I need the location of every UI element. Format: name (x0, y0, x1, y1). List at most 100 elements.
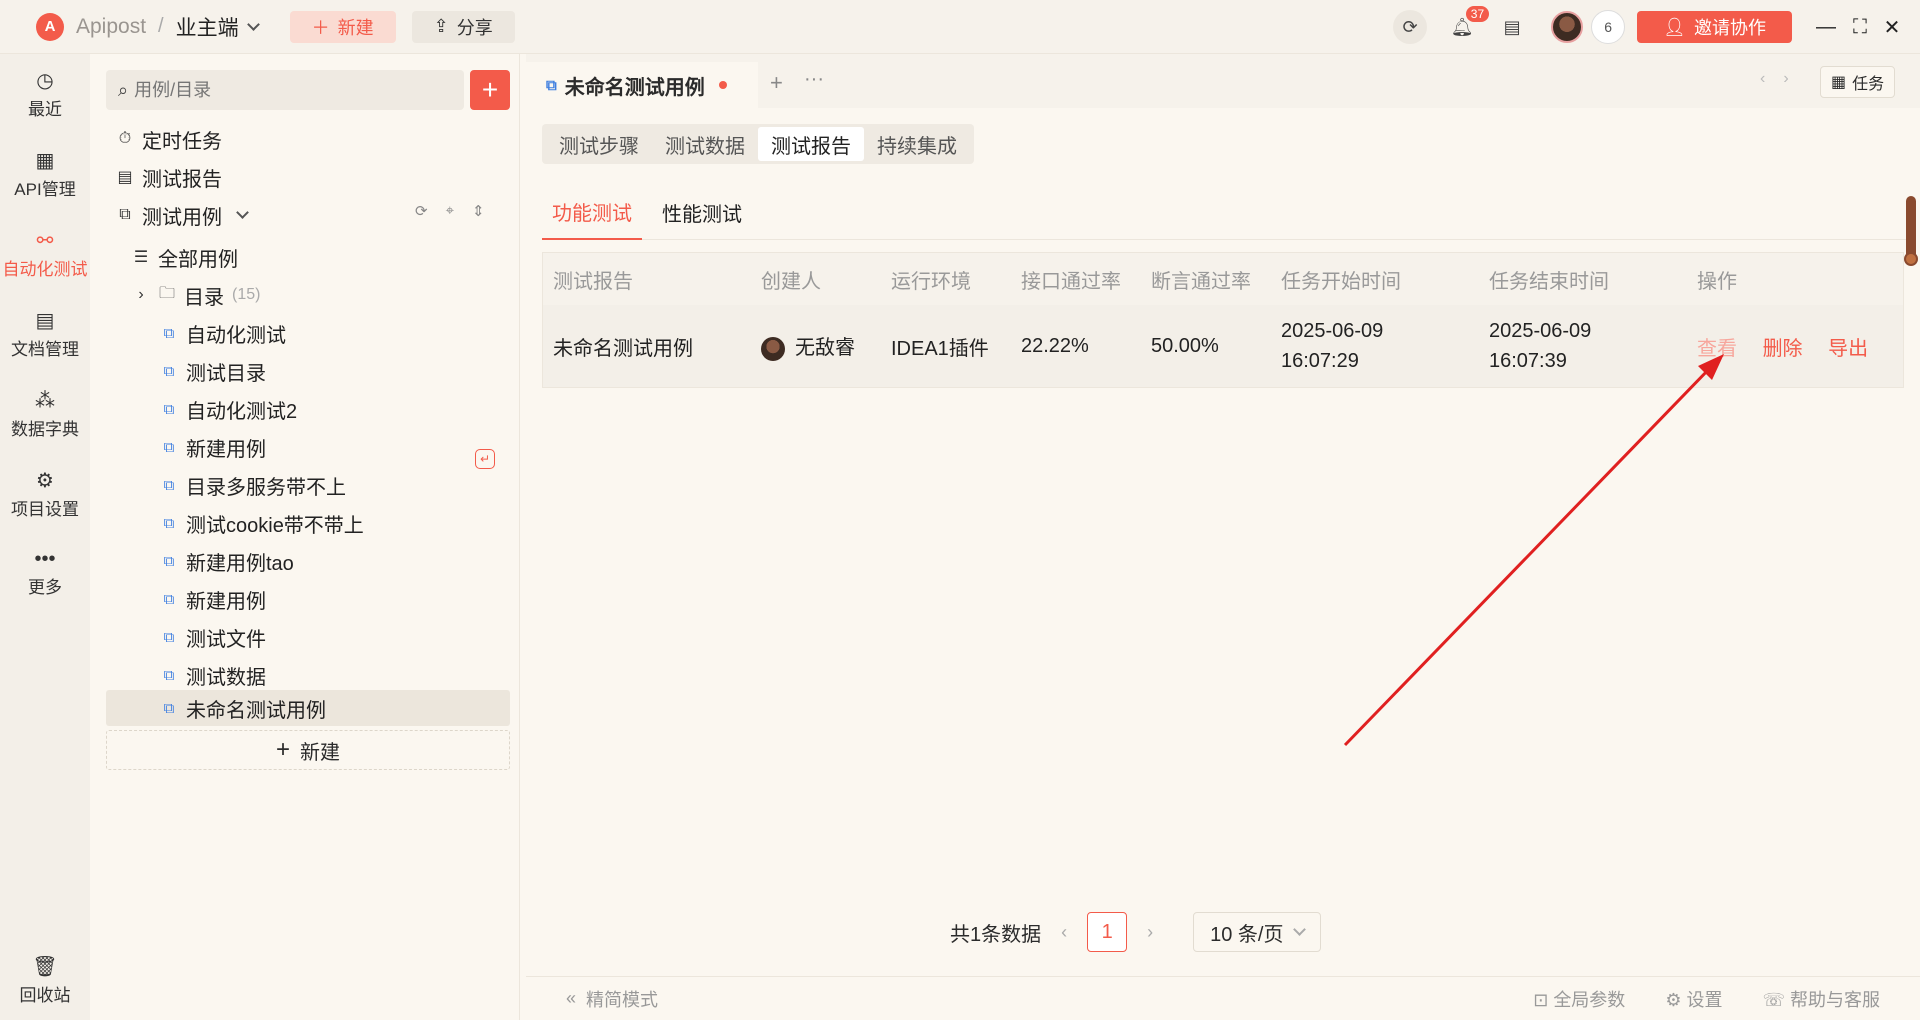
report-table: 测试报告 创建人 运行环境 接口通过率 断言通过率 任务开始时间 任务结束时间 … (542, 252, 1904, 388)
start-date: 2025-06-09 (1281, 320, 1384, 342)
col-header: 测试报告 (553, 270, 633, 293)
nav-project-settings[interactable]: ⚙︎ 项目设置 (0, 468, 90, 520)
nav-recycle-bin[interactable]: 🗑︎ 回收站 (0, 954, 90, 1006)
plus-icon: ＋ (311, 17, 330, 38)
tree-case[interactable]: ⧉ 自动化测试 (160, 316, 286, 350)
export-link[interactable]: 导出 (1828, 338, 1868, 360)
actions-cell: 查看 删除 导出 (1687, 332, 1903, 361)
tab-functional-test[interactable]: 功能测试 (542, 184, 642, 240)
more-tabs-icon[interactable]: ··· (804, 68, 824, 91)
next-page-icon[interactable]: › (1147, 922, 1153, 943)
minimize-icon[interactable]: — (1810, 16, 1842, 39)
page-size-select[interactable]: 10 条/页 (1193, 912, 1322, 952)
settings-button[interactable]: ⚙︎ 设置 (1665, 986, 1722, 1012)
task-button[interactable]: ▦ 任务 (1820, 66, 1896, 98)
refresh-icon[interactable]: ⟳ (415, 202, 428, 220)
tree-case[interactable]: ⧉ 新建用例 (160, 582, 266, 616)
tab-test-report[interactable]: 测试报告 (758, 127, 864, 161)
tree-case[interactable]: ⧉ 测试cookie带不带上 (160, 506, 364, 540)
collapse-icon[interactable]: ⇕ (472, 202, 485, 220)
tree-scheduled-tasks[interactable]: ⏱︎ 定时任务 (116, 122, 222, 156)
tab-prev-icon[interactable]: ‹ (1760, 70, 1765, 88)
add-tab-icon[interactable]: + (770, 70, 783, 96)
left-nav: ◷ 最近 ▦ API管理 ⚯ 自动化测试 ▤ 文档管理 ⁂ 数据字典 ⚙︎ 项目… (0, 54, 90, 1020)
bell-icon[interactable]: 🔔︎ 37 (1445, 6, 1490, 44)
tab-test-steps[interactable]: 测试步骤 (546, 127, 652, 161)
nav-more[interactable]: ••• 更多 (0, 548, 90, 598)
end-date: 2025-06-09 (1489, 320, 1592, 342)
test-case-icon: ⧉ (163, 552, 175, 570)
tree-case[interactable]: ⧉ 测试文件 (160, 620, 266, 654)
share-button[interactable]: ⇪ 分享 (411, 10, 515, 43)
tab-performance-test[interactable]: 性能测试 (652, 184, 752, 240)
nav-label: 自动化测试 (2, 260, 88, 279)
more-icon: ••• (34, 548, 56, 570)
tree-case[interactable]: ⧉ 测试目录 (160, 354, 266, 388)
search-box[interactable]: ⌕ (106, 70, 464, 110)
tab-next-icon[interactable]: › (1783, 70, 1788, 88)
message-icon[interactable]: ▤ (1495, 10, 1529, 44)
add-case-button[interactable]: + (470, 70, 510, 110)
nav-label: 最近 (28, 100, 62, 119)
tab-ci[interactable]: 持续集成 (864, 127, 970, 161)
new-button[interactable]: ＋ 新建 (289, 10, 396, 43)
view-link[interactable]: 查看 (1697, 338, 1737, 360)
tree-case[interactable]: ⧉ 测试数据 (160, 658, 266, 692)
tree-case[interactable]: ⧉ 目录多服务带不上 (160, 468, 346, 502)
segment-tabs: 测试步骤 测试数据 测试报告 持续集成 (542, 124, 974, 164)
invite-collab-button[interactable]: 👤︎ 邀请协作 (1637, 11, 1792, 43)
sync-icon[interactable]: ⟳ (1393, 10, 1428, 44)
tree-directory[interactable]: › 🗀︎ 目录 (15) (132, 278, 260, 312)
test-case-icon: ⧉ (163, 324, 175, 342)
tree-test-cases[interactable]: ⧉ 测试用例 (116, 198, 249, 232)
sidebar-new-button[interactable]: + 新建 (106, 730, 510, 770)
tree-label: 目录 (184, 286, 224, 309)
plus-icon: + (275, 736, 290, 763)
nav-automation[interactable]: ⚯ 自动化测试 (0, 228, 90, 280)
tree-label: 新建用例tao (186, 552, 294, 575)
global-params-button[interactable]: ⊡ 全局参数 (1533, 986, 1625, 1012)
return-icon[interactable]: ↵ (475, 449, 495, 469)
file-tab[interactable]: ⧉ 未命名测试用例 (526, 62, 758, 108)
current-page[interactable]: 1 (1087, 912, 1128, 952)
test-case-icon: ⧉ (163, 476, 175, 494)
database-icon: ☰ (133, 249, 149, 266)
nav-dictionary[interactable]: ⁂ 数据字典 (0, 388, 90, 440)
history-icon: ◷ (36, 70, 54, 92)
help-button[interactable]: ☏ 帮助与客服 (1762, 986, 1880, 1012)
tree-all-cases[interactable]: ☰ 全部用例 (132, 240, 238, 274)
maximize-icon[interactable]: ⛶ (1844, 16, 1876, 39)
nav-docs[interactable]: ▤ 文档管理 (0, 308, 90, 360)
member-count[interactable]: 6 (1591, 10, 1626, 44)
delete-link[interactable]: 删除 (1763, 338, 1803, 360)
tab-test-data[interactable]: 测试数据 (652, 127, 758, 161)
tree-test-reports[interactable]: ▤ 测试报告 (116, 160, 222, 194)
tree-case-selected[interactable]: ⧉ 未命名测试用例 (160, 691, 326, 725)
tree-case[interactable]: ⧉ 自动化测试2 (160, 392, 297, 426)
nav-api[interactable]: ▦ API管理 (0, 148, 90, 200)
tree-label: 测试文件 (186, 628, 266, 651)
tree-case[interactable]: ⧉ 新建用例tao (160, 544, 294, 578)
nav-recent[interactable]: ◷ 最近 (0, 68, 90, 120)
locate-icon[interactable]: ⌖ (446, 202, 454, 220)
simple-mode-toggle[interactable]: « 精简模式 (566, 986, 658, 1012)
test-case-icon: ⧉ (163, 514, 175, 532)
tree-label: 自动化测试2 (186, 400, 298, 423)
user-avatar[interactable] (1551, 11, 1584, 43)
test-case-icon: ⧉ (163, 699, 175, 717)
chevron-down-icon (246, 17, 260, 31)
test-case-icon: ⧉ (163, 666, 175, 684)
search-input[interactable] (134, 79, 435, 101)
report-subtabs: 功能测试 性能测试 (542, 184, 1912, 240)
tab-nav: ‹ › (1760, 70, 1789, 88)
scrollbar-knob[interactable] (1904, 252, 1918, 266)
prev-page-icon[interactable]: ‹ (1061, 922, 1067, 943)
total-count: 共1条数据 (950, 923, 1042, 946)
project-switcher[interactable]: 业主端 (176, 12, 260, 42)
calendar-icon: ▦ (1831, 74, 1847, 91)
col-header: 任务结束时间 (1489, 270, 1609, 293)
creator-name: 无敌睿 (795, 337, 855, 360)
tree-case[interactable]: ⧉ 新建用例 (160, 430, 266, 464)
close-icon[interactable]: ✕ (1876, 15, 1908, 40)
help-label: 帮助与客服 (1790, 989, 1880, 1010)
